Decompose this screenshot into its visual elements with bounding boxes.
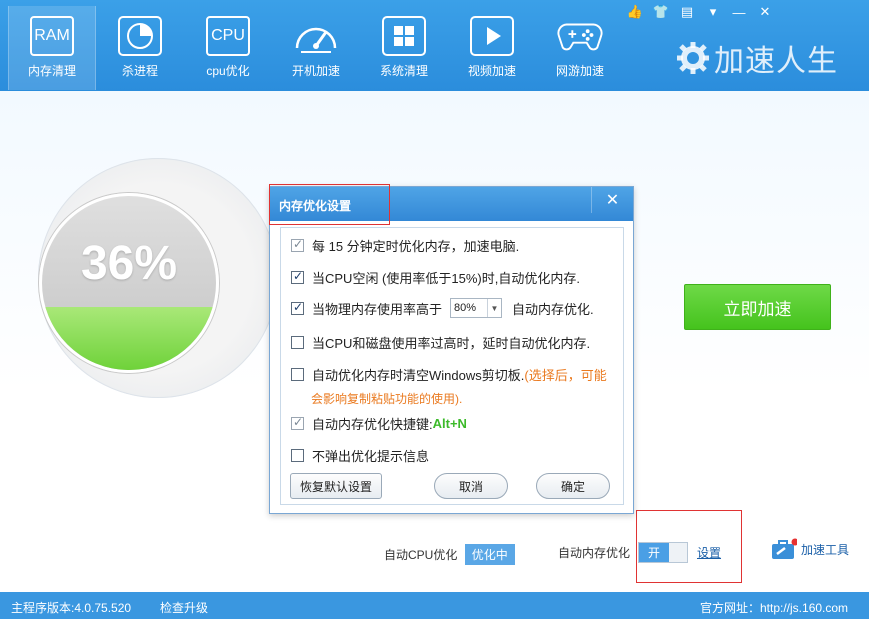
option-physical-memory[interactable]: 当物理内存使用率高于 80% ▼ 自动内存优化.	[291, 298, 594, 318]
checkbox[interactable]	[291, 300, 304, 315]
nav-cpu-optimize[interactable]: CPU cpu优化	[184, 6, 272, 90]
option-cpu-idle[interactable]: 当CPU空闲 (使用率低于15%)时,自动优化内存.	[291, 268, 580, 287]
highlight-box	[636, 510, 742, 583]
nav-kill-process[interactable]: 杀进程	[96, 6, 184, 90]
cancel-button[interactable]: 取消	[434, 473, 508, 499]
memory-gauge: 36%	[39, 193, 219, 373]
ok-button[interactable]: 确定	[536, 473, 610, 499]
nav-memory-clean[interactable]: RAM 内存清理	[8, 6, 96, 90]
accelerate-now-button[interactable]: 立即加速	[684, 284, 831, 330]
nav-boot-accelerate[interactable]: 开机加速	[272, 6, 360, 90]
checkbox[interactable]	[291, 237, 304, 252]
thumbs-up-icon[interactable]: 👍	[622, 3, 648, 21]
accelerate-tools-button[interactable]: 加速工具	[771, 538, 849, 560]
checkbox[interactable]	[291, 449, 304, 462]
feedback-icon[interactable]: ▤	[674, 3, 700, 21]
ram-icon: RAM	[29, 16, 75, 56]
check-update-link[interactable]: 检查升级	[160, 599, 208, 616]
option-label: 当物理内存使用率高于	[312, 301, 443, 317]
minimize-icon[interactable]: —	[726, 3, 752, 21]
nav-label: 网游加速	[555, 64, 604, 78]
brand-logo: 加速人生	[676, 36, 838, 80]
option-no-popup[interactable]: 不弹出优化提示信息	[291, 446, 429, 465]
option-label-suffix: 自动内存优化.	[512, 301, 594, 317]
nav-label: 开机加速	[291, 64, 340, 78]
pie-chart-icon	[117, 16, 163, 56]
cpu-icon: CPU	[205, 16, 251, 56]
nav-label: 内存清理	[27, 64, 76, 78]
option-label: 当CPU空闲 (使用率低于15%)时,自动优化内存.	[312, 271, 580, 286]
option-delay-high-usage[interactable]: 当CPU和磁盘使用率过高时，延时自动优化内存.	[291, 333, 590, 352]
memory-threshold-select[interactable]: 80% ▼	[450, 298, 503, 318]
option-label: 自动内存优化快捷键:	[312, 417, 433, 432]
version-text: 主程序版本:4.0.75.520	[11, 601, 132, 615]
nav-game-accelerate[interactable]: 网游加速	[536, 6, 624, 90]
auto-cpu-status-badge[interactable]: 优化中	[464, 544, 515, 565]
skin-shirt-icon[interactable]: 👕	[648, 3, 674, 21]
option-warning-continued: 会影响复制粘贴功能的使用).	[311, 392, 463, 406]
restore-defaults-button[interactable]: 恢复默认设置	[290, 473, 382, 499]
speedometer-icon	[293, 16, 339, 56]
memory-usage-percent: 36%	[80, 237, 178, 290]
auto-cpu-label: 自动CPU优化	[384, 548, 458, 562]
auto-memory-label: 自动内存优化	[558, 546, 631, 560]
toolbox-icon	[771, 538, 799, 560]
memory-gauge-fill	[42, 307, 216, 370]
play-icon	[469, 16, 515, 56]
option-label: 不弹出优化提示信息	[312, 449, 430, 464]
option-clear-clipboard[interactable]: 自动优化内存时清空Windows剪切板. (选择后，可能	[291, 365, 607, 384]
hotkey-value: Alt+N	[432, 416, 467, 431]
nav-label: 杀进程	[121, 64, 158, 78]
option-warning: (选择后，可能	[524, 368, 607, 383]
checkbox[interactable]	[291, 269, 304, 284]
nav-label: 视频加速	[467, 64, 516, 78]
option-label: 当CPU和磁盘使用率过高时，延时自动优化内存.	[312, 336, 591, 351]
menu-icon[interactable]: ▾	[700, 3, 726, 21]
auto-cpu-optimize: 自动CPU优化 优化中	[384, 544, 515, 565]
nav-label: 系统清理	[379, 64, 428, 78]
option-hotkey[interactable]: 自动内存优化快捷键: Alt+N	[291, 414, 467, 433]
status-bar: 主程序版本:4.0.75.520 检查升级 官方网址：http://js.160…	[0, 592, 869, 619]
option-label: 自动优化内存时清空Windows剪切板.	[312, 368, 525, 383]
memory-settings-dialog: 内存优化设置 ✕ 每 15 分钟定时优化内存，加速电脑. 当CPU空闲 (使用率…	[269, 186, 634, 514]
option-label: 每 15 分钟定时优化内存，加速电脑.	[312, 239, 520, 254]
checkbox[interactable]	[291, 336, 304, 349]
dialog-close-icon[interactable]: ✕	[591, 187, 633, 213]
website-link[interactable]: 官方网址：http://js.160.com	[700, 599, 848, 616]
chevron-down-icon: ▼	[487, 299, 501, 317]
checkbox[interactable]	[291, 415, 304, 430]
select-value: 80%	[454, 302, 477, 314]
gear-icon	[677, 42, 709, 74]
close-icon[interactable]: ✕	[752, 3, 778, 21]
brand-name: 加速人生	[714, 45, 838, 78]
nav-system-clean[interactable]: 系统清理	[360, 6, 448, 90]
highlight-box	[269, 184, 390, 225]
checkbox[interactable]	[291, 368, 304, 381]
top-toolbar: RAM 内存清理 杀进程 CPU cpu优化 开机加速 系统清理 视频加速 网游…	[0, 0, 869, 91]
main-nav: RAM 内存清理 杀进程 CPU cpu优化 开机加速 系统清理 视频加速 网游…	[8, 6, 624, 90]
accelerate-tools-label: 加速工具	[801, 542, 850, 557]
window-controls: 👍 👕 ▤ ▾ — ✕	[622, 3, 778, 21]
nav-label: cpu优化	[206, 64, 250, 78]
dialog-options-panel: 每 15 分钟定时优化内存，加速电脑. 当CPU空闲 (使用率低于15%)时,自…	[280, 227, 624, 505]
windows-icon	[381, 16, 427, 56]
nav-video-accelerate[interactable]: 视频加速	[448, 6, 536, 90]
option-timed-optimize[interactable]: 每 15 分钟定时优化内存，加速电脑.	[291, 236, 519, 255]
gamepad-icon	[557, 16, 603, 56]
